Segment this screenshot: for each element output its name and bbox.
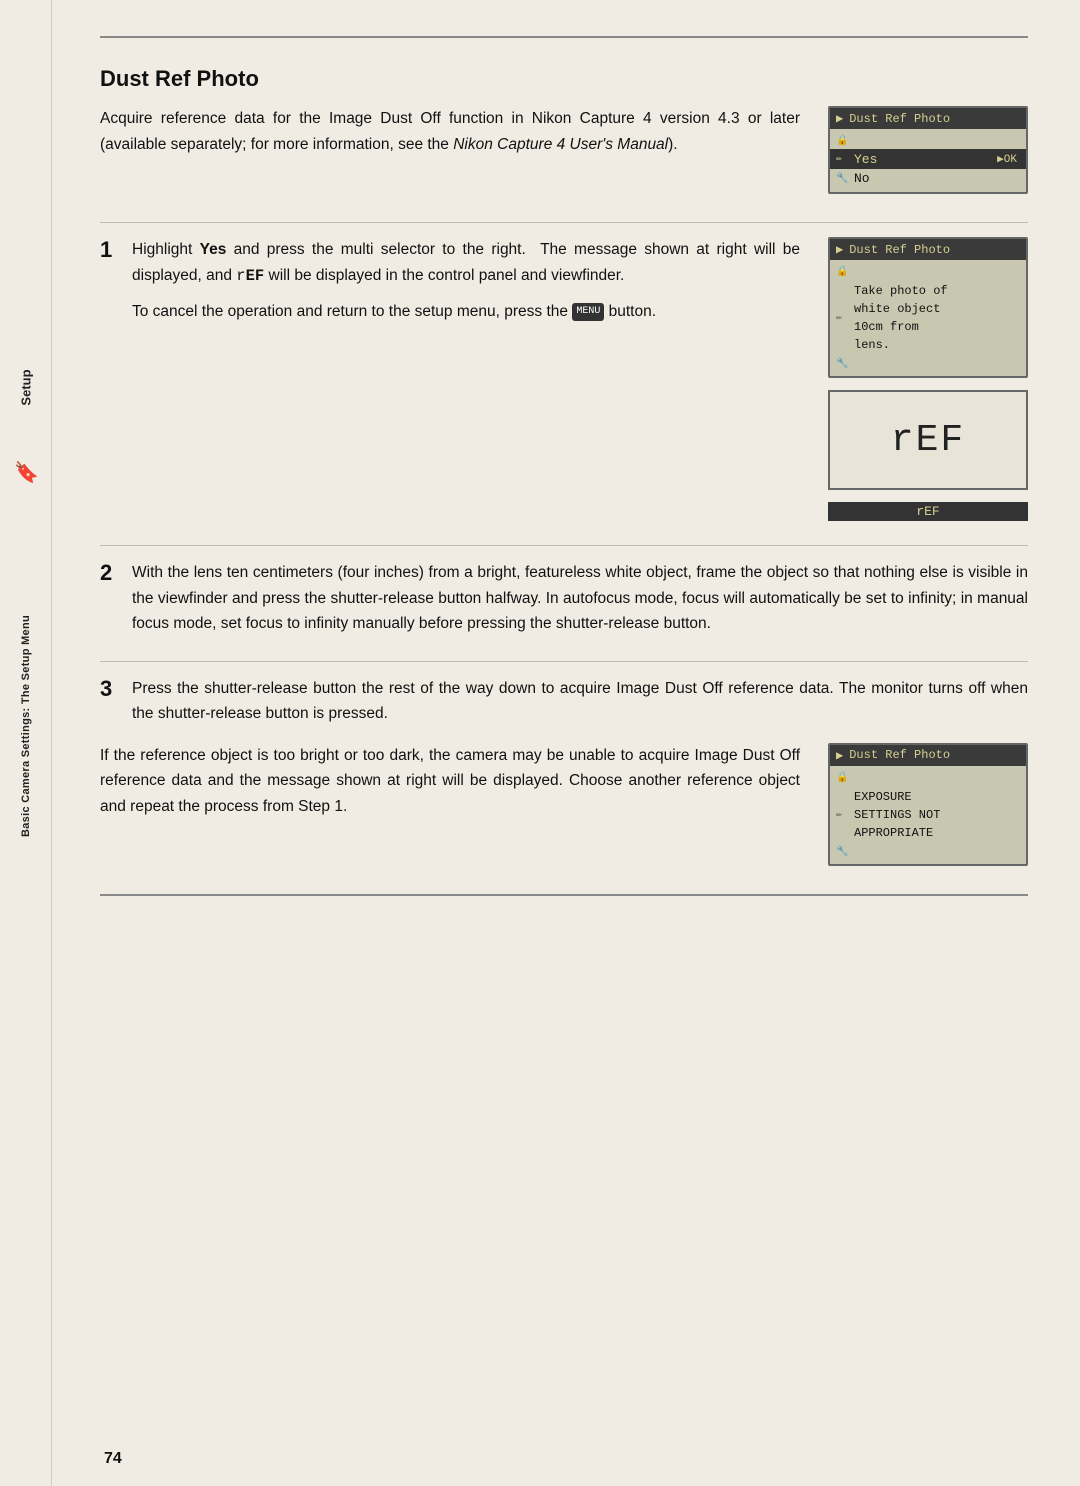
step1-bold: Yes (200, 241, 227, 258)
step3-text: Press the shutter-release button the res… (132, 676, 1028, 727)
lcd2-lock-icon: 🔒 (836, 266, 850, 278)
lcd3-row-lock: 🔒 (830, 770, 1026, 786)
step3-header: 3 Press the shutter-release button the r… (100, 676, 1028, 727)
main-content: Dust Ref Photo Acquire reference data fo… (52, 0, 1080, 1486)
lcd3-pencil-icon: ✏ (836, 809, 850, 821)
step2-section: 2 With the lens ten centimeters (four in… (100, 545, 1028, 637)
page-title: Dust Ref Photo (100, 66, 1028, 92)
step1-content: 1 Highlight Yes and press the multi sele… (100, 237, 800, 521)
bookmark-icon: 🔖 (14, 460, 39, 485)
lcd1-arrow-icon: ▶ (836, 111, 843, 126)
lcd3-body: 🔒 ✏ EXPOSURESETTINGS NOTAPPROPRIATE 🔧 (830, 766, 1026, 864)
lcd3-lock-icon: 🔒 (836, 772, 850, 784)
top-divider (100, 36, 1028, 38)
lcd3-header-text: Dust Ref Photo (849, 748, 950, 762)
intro-section: Acquire reference data for the Image Dus… (100, 106, 1028, 194)
menu-icon: MENU (572, 303, 604, 322)
lcd1-body: 🔒 ✏ Yes ▶OK 🔧 No (830, 129, 1026, 192)
step2-header: 2 With the lens ten centimeters (four in… (100, 560, 1028, 637)
lcd3-wrench-icon: 🔧 (836, 846, 850, 858)
intro-italic: Nikon Capture 4 User's Manual (453, 136, 668, 153)
step1-section: 1 Highlight Yes and press the multi sele… (100, 222, 1028, 521)
page-number: 74 (104, 1450, 122, 1468)
step3-number: 3 (100, 676, 122, 702)
lcd2-arrow-icon: ▶ (836, 242, 843, 257)
lcd1-row-no: 🔧 No (830, 169, 1026, 188)
lcd2-wrench-icon: 🔧 (836, 358, 850, 370)
lcd2-row-wrench: 🔧 (830, 356, 1026, 372)
lcd-screen-2: ▶ Dust Ref Photo 🔒 ✏ Take photo ofwhite … (828, 237, 1028, 378)
lcd-screen-1: ▶ Dust Ref Photo 🔒 ✏ Yes ▶OK 🔧 No (828, 106, 1028, 194)
step1-number: 1 (100, 237, 122, 263)
step1-code: rEF (236, 267, 264, 285)
intro-text-before: Acquire reference data for the Image Dus… (100, 110, 800, 153)
wrench-icon: 🔧 (836, 173, 850, 185)
pencil-icon: ✏ (836, 153, 850, 165)
step1-subtext: To cancel the operation and return to th… (100, 299, 800, 325)
intro-text: Acquire reference data for the Image Dus… (100, 106, 800, 157)
lcd2-pencil-icon: ✏ (836, 312, 850, 324)
step3-section: 3 Press the shutter-release button the r… (100, 661, 1028, 866)
intro-text-after: ). (668, 136, 677, 153)
ref-large-text: rEF (891, 419, 965, 462)
lcd2-header: ▶ Dust Ref Photo (830, 239, 1026, 260)
lcd3-arrow-icon: ▶ (836, 748, 843, 763)
lcd1-row-lock: 🔒 (830, 133, 1026, 149)
sidebar-setup-label: Setup (19, 369, 34, 405)
lcd3-header: ▶ Dust Ref Photo (830, 745, 1026, 766)
ref-display-box: rEF (828, 390, 1028, 490)
lcd2-row-lock: 🔒 (830, 264, 1026, 280)
lcd1-header-text: Dust Ref Photo (849, 112, 950, 126)
lcd3-row-text: ✏ EXPOSURESETTINGS NOTAPPROPRIATE (830, 786, 1026, 844)
sidebar-basic-label: Basic Camera Settings: The Setup Menu (20, 615, 32, 837)
lcd-screen-3: ▶ Dust Ref Photo 🔒 ✏ EXPOSURESETTINGS NO… (828, 743, 1028, 866)
step3-note-text: If the reference object is too bright or… (100, 743, 800, 820)
bottom-divider (100, 894, 1028, 896)
step1-text: Highlight Yes and press the multi select… (132, 237, 800, 289)
lcd2-row-text: ✏ Take photo ofwhite object10cm fromlens… (830, 280, 1026, 356)
lcd2-body: 🔒 ✏ Take photo ofwhite object10cm fromle… (830, 260, 1026, 376)
lcd1-row-yes: ✏ Yes ▶OK (830, 149, 1026, 169)
lcd1-header: ▶ Dust Ref Photo (830, 108, 1026, 129)
step3-right: ▶ Dust Ref Photo 🔒 ✏ EXPOSURESETTINGS NO… (828, 743, 1028, 866)
ref-bottom-bar: rEF (828, 502, 1028, 521)
step1-right: ▶ Dust Ref Photo 🔒 ✏ Take photo ofwhite … (828, 237, 1028, 521)
step2-text: With the lens ten centimeters (four inch… (132, 560, 1028, 637)
lock-icon: 🔒 (836, 135, 850, 147)
step3-inner: If the reference object is too bright or… (100, 743, 1028, 866)
step3-note-content: If the reference object is too bright or… (100, 743, 800, 820)
lcd3-row-wrench: 🔧 (830, 844, 1026, 860)
lcd2-header-text: Dust Ref Photo (849, 243, 950, 257)
step2-number: 2 (100, 560, 122, 586)
sidebar: Setup 🔖 Basic Camera Settings: The Setup… (0, 0, 52, 1486)
step1-header: 1 Highlight Yes and press the multi sele… (100, 237, 800, 289)
